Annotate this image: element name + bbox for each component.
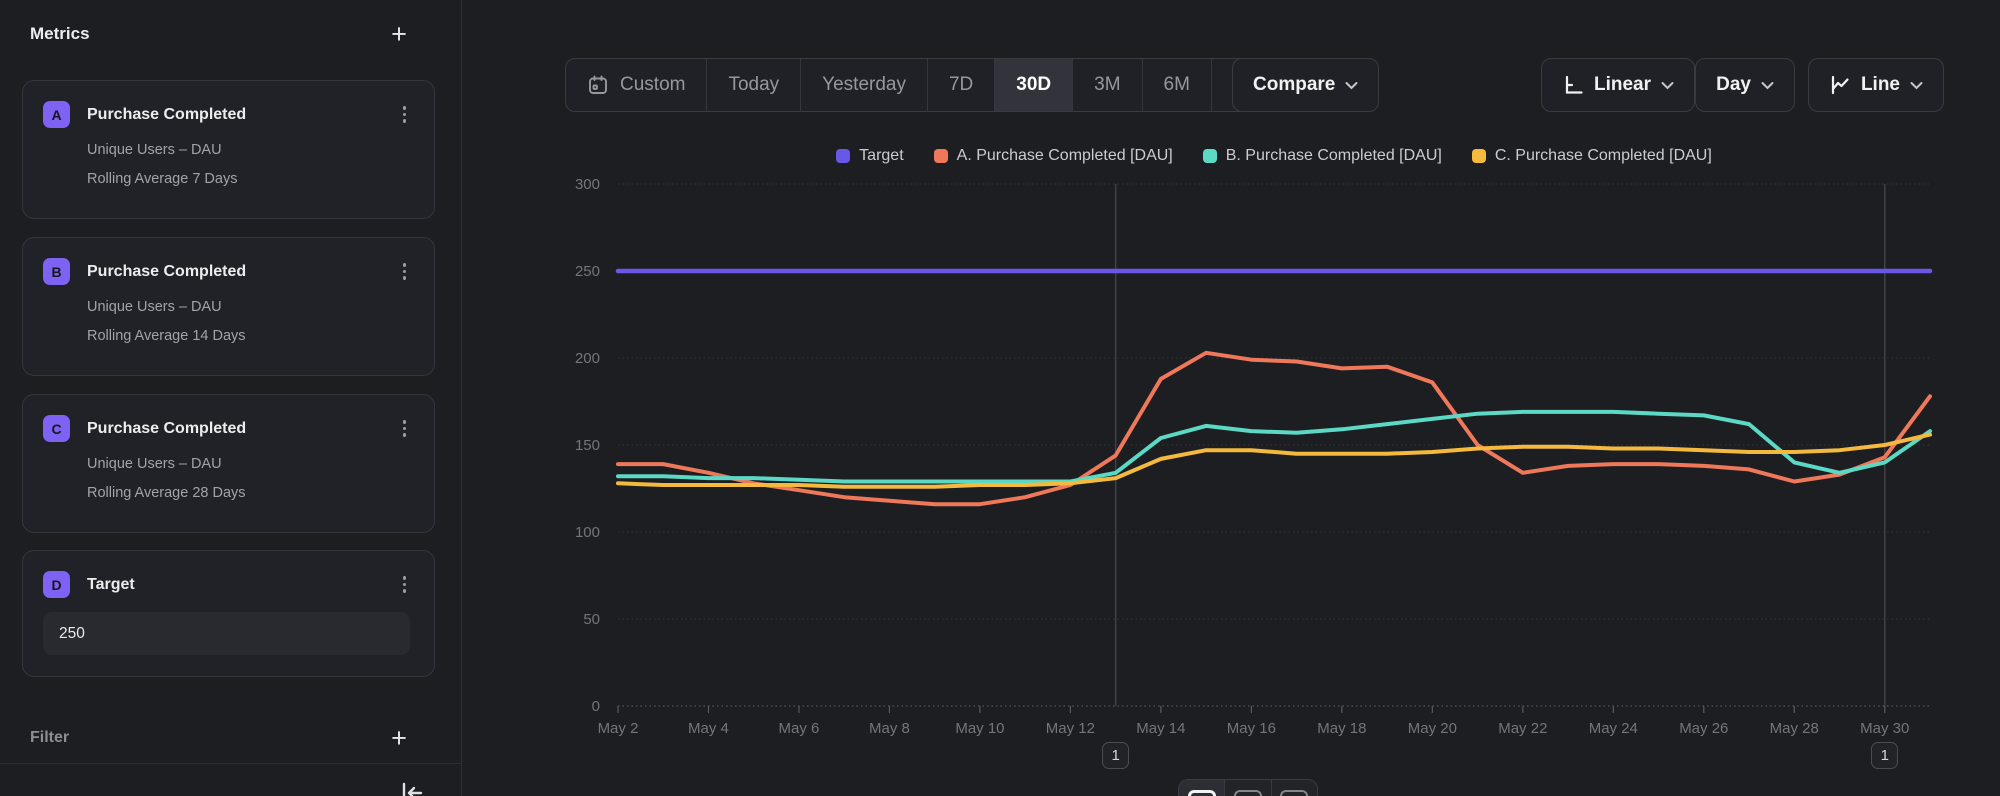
svg-text:100: 100 (575, 524, 600, 541)
annotation-badge[interactable]: 1 (1871, 742, 1898, 769)
view-mode-table[interactable] (1272, 780, 1317, 796)
svg-text:May 12: May 12 (1046, 720, 1095, 737)
svg-text:May 20: May 20 (1408, 720, 1457, 737)
view-mode-chart-table[interactable] (1225, 780, 1271, 796)
chart-line (618, 412, 1930, 482)
table-view-icon (1280, 790, 1308, 796)
svg-text:May 28: May 28 (1770, 720, 1819, 737)
svg-text:May 30: May 30 (1860, 720, 1909, 737)
svg-text:May 22: May 22 (1498, 720, 1547, 737)
svg-text:300: 300 (575, 176, 600, 193)
chart-axis-labels: 0 50 100 150 200 250 300 May 2 May 4 May 6 May 8 Ma… (575, 176, 1909, 737)
svg-text:May 4: May 4 (688, 720, 729, 737)
svg-text:May 14: May 14 (1136, 720, 1185, 737)
view-mode-chart[interactable] (1179, 780, 1225, 796)
svg-text:May 8: May 8 (869, 720, 910, 737)
view-mode-control (1178, 779, 1318, 796)
svg-text:May 24: May 24 (1589, 720, 1638, 737)
chart-series (618, 271, 1930, 504)
annotation-badge[interactable]: 1 (1102, 742, 1129, 769)
svg-text:May 6: May 6 (779, 720, 820, 737)
svg-text:May 26: May 26 (1679, 720, 1728, 737)
chart-table-view-icon (1234, 790, 1262, 796)
svg-text:May 18: May 18 (1317, 720, 1366, 737)
chart-gridlines (618, 184, 1930, 713)
svg-text:May 2: May 2 (598, 720, 639, 737)
line-chart[interactable]: 0 50 100 150 200 250 300 May 2 May 4 May 6 May 8 Ma… (0, 0, 2000, 796)
svg-text:50: 50 (583, 611, 600, 628)
svg-text:150: 150 (575, 437, 600, 454)
chart-view-icon (1188, 790, 1216, 796)
svg-text:200: 200 (575, 350, 600, 367)
svg-text:May 16: May 16 (1227, 720, 1276, 737)
svg-text:250: 250 (575, 263, 600, 280)
svg-text:May 10: May 10 (955, 720, 1004, 737)
svg-text:0: 0 (592, 698, 600, 715)
